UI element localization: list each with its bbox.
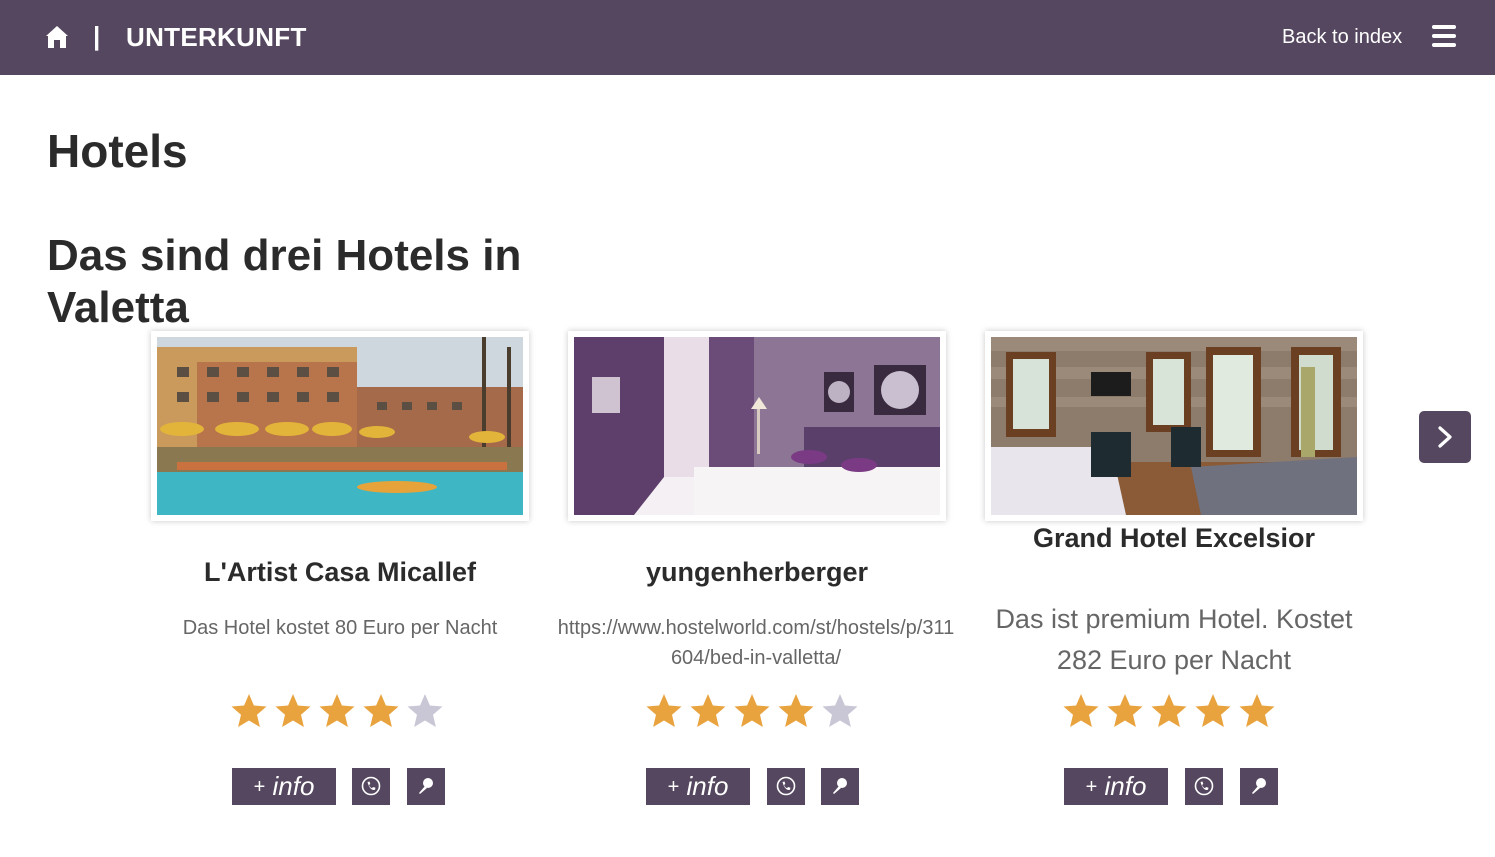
phone-icon: [361, 776, 381, 796]
top-navigation-bar: | UNTERKUNFT Back to index: [0, 0, 1495, 75]
header-title: UNTERKUNFT: [126, 22, 307, 52]
map-pin-button[interactable]: [407, 768, 445, 805]
home-icon[interactable]: [44, 24, 70, 50]
more-info-button[interactable]: + info: [232, 768, 336, 805]
chevron-right-icon: [1438, 426, 1452, 448]
hotel-image[interactable]: [151, 331, 529, 521]
map-pin-button[interactable]: [1240, 768, 1278, 805]
star-filled-icon: [363, 694, 399, 727]
plus-sign: +: [253, 776, 266, 798]
info-label: info: [1104, 771, 1147, 801]
star-filled-icon: [319, 694, 355, 727]
phone-icon: [776, 776, 796, 796]
info-label: info: [686, 771, 729, 801]
phone-icon: [1194, 776, 1214, 796]
star-filled-icon: [1107, 694, 1143, 727]
more-info-button[interactable]: + info: [1064, 768, 1168, 805]
star-filled-icon: [646, 694, 682, 727]
map-pin-icon: [419, 778, 433, 794]
section-title: Das sind drei Hotels in Valetta: [47, 231, 522, 332]
map-pin-icon: [833, 778, 847, 794]
back-to-index-link[interactable]: Back to index: [1282, 26, 1402, 49]
hotel-description: https://www.hostelworld.com/st/hostels/p…: [557, 617, 955, 669]
star-filled-icon: [734, 694, 770, 727]
star-filled-icon: [275, 694, 311, 727]
hotel-image[interactable]: [985, 331, 1363, 521]
header-separator: |: [93, 21, 101, 51]
star-filled-icon: [690, 694, 726, 727]
hotel-name: yungenherberger: [645, 557, 869, 587]
star-filled-icon: [778, 694, 814, 727]
rating-stars: [645, 692, 865, 732]
phone-button[interactable]: [352, 768, 390, 805]
star-filled-icon: [1063, 694, 1099, 727]
map-pin-icon: [1252, 778, 1266, 794]
carousel-next-button[interactable]: [1419, 411, 1471, 463]
star-filled-icon: [1239, 694, 1275, 727]
plus-sign: +: [667, 776, 680, 798]
more-info-button[interactable]: + info: [646, 768, 750, 805]
hotel-name: L'Artist Casa Micallef: [203, 557, 476, 587]
phone-button[interactable]: [1185, 768, 1223, 805]
hotel-image[interactable]: [568, 331, 946, 521]
hotel-description: Das ist premium Hotel. Kostet 282 Euro p…: [995, 604, 1353, 675]
hotel-description: Das Hotel kostet 80 Euro per Nacht: [182, 617, 498, 639]
hotel-name: Grand Hotel Excelsior: [1032, 523, 1316, 553]
phone-button[interactable]: [767, 768, 805, 805]
page-title: Hotels: [47, 125, 188, 177]
map-pin-button[interactable]: [821, 768, 859, 805]
star-empty-icon: [407, 694, 443, 727]
rating-stars: [230, 692, 450, 732]
star-filled-icon: [1195, 694, 1231, 727]
star-empty-icon: [822, 694, 858, 727]
rating-stars: [1062, 692, 1282, 732]
star-filled-icon: [231, 694, 267, 727]
star-filled-icon: [1151, 694, 1187, 727]
hamburger-menu-icon[interactable]: [1432, 25, 1456, 49]
plus-sign: +: [1085, 776, 1098, 798]
info-label: info: [272, 771, 315, 801]
